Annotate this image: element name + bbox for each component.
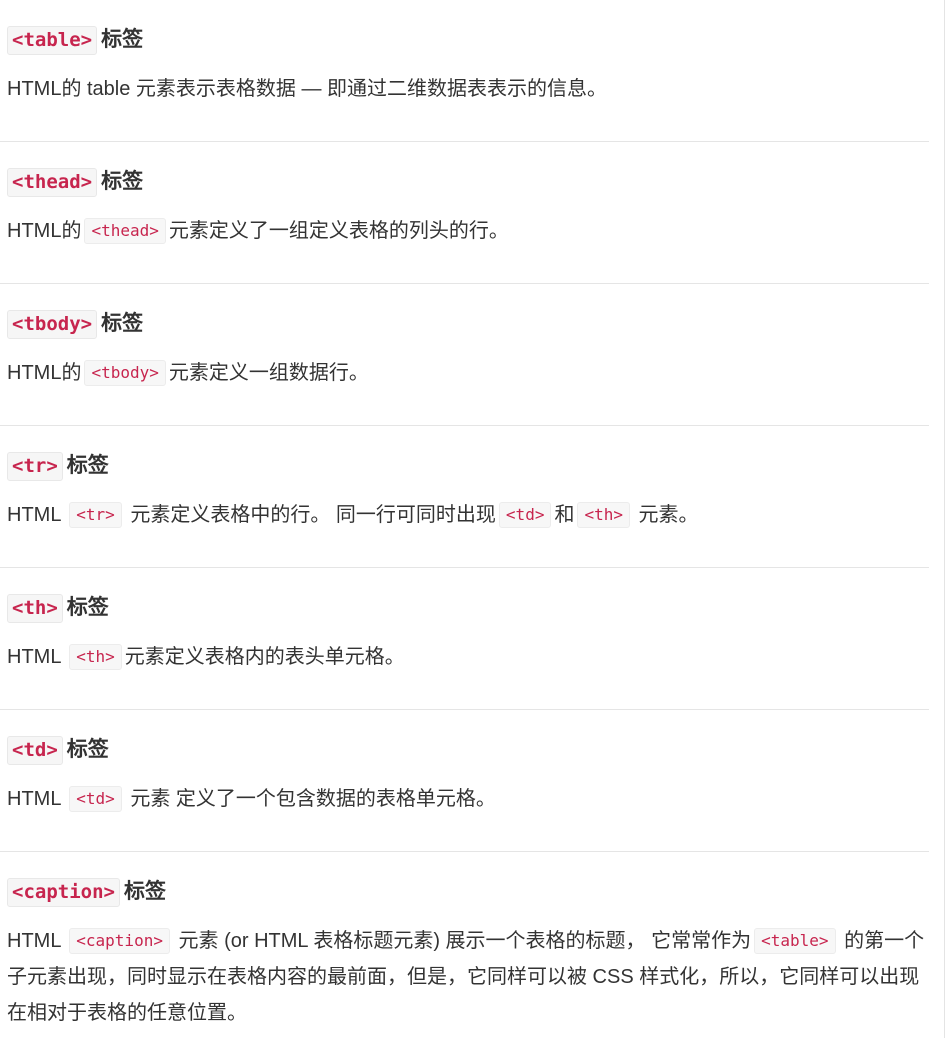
section-description: HTML <td> 元素 定义了一个包含数据的表格单元格。 (7, 781, 927, 817)
inline-code: <tbody> (84, 360, 166, 386)
inline-code: <table> (754, 928, 836, 954)
heading-suffix: 标签 (101, 28, 144, 51)
section-description: HTML的 <thead> 元素定义了一组定义表格的列头的行。 (7, 213, 927, 249)
tag-code: <tr> (7, 452, 63, 481)
description-text: 元素。 (632, 504, 699, 526)
description-text: 元素 (or HTML 表格标题元素) 展示一个表格的标题， 它常常作为 (172, 930, 752, 952)
heading-suffix: 标签 (66, 454, 109, 477)
description-text: HTML的 (7, 220, 82, 242)
section-description: HTML的 table 元素表示表格数据 — 即通过二维数据表表示的信息。 (7, 71, 927, 107)
description-text: 元素定义表格内的表头单元格。 (124, 646, 405, 668)
section-description: HTML <th> 元素定义表格内的表头单元格。 (7, 639, 927, 675)
section-thead: <thead> 标签 HTML的 <thead> 元素定义了一组定义表格的列头的行。 (0, 142, 929, 284)
description-text: 元素定义表格中的行。 同一行可同时出现 (124, 504, 496, 526)
heading-suffix: 标签 (123, 880, 166, 903)
section-heading: <caption> 标签 (7, 877, 166, 907)
section-heading: <tbody> 标签 (7, 309, 143, 339)
description-text: 和 (554, 504, 575, 526)
section-tbody: <tbody> 标签 HTML的 <tbody> 元素定义一组数据行。 (0, 284, 929, 426)
description-text: HTML (7, 788, 67, 810)
section-heading: <thead> 标签 (7, 167, 143, 197)
tag-code: <th> (7, 594, 63, 623)
section-heading: <table> 标签 (7, 25, 143, 55)
section-td: <td> 标签 HTML <td> 元素 定义了一个包含数据的表格单元格。 (0, 710, 929, 852)
inline-code: <td> (498, 502, 552, 528)
description-text: HTML (7, 930, 67, 952)
section-caption: <caption> 标签 HTML <caption> 元素 (or HTML 表… (0, 852, 929, 1032)
inline-code: <th> (69, 644, 122, 670)
inline-code: <td> (69, 786, 122, 812)
section-heading: <tr> 标签 (7, 451, 109, 481)
tag-code: <tbody> (7, 310, 98, 339)
section-tr: <tr> 标签 HTML <tr> 元素定义表格中的行。 同一行可同时出现 <td>… (0, 426, 929, 568)
description-text: HTML (7, 504, 67, 526)
section-heading: <th> 标签 (7, 593, 109, 623)
heading-suffix: 标签 (66, 738, 109, 761)
section-description: HTML <caption> 元素 (or HTML 表格标题元素) 展示一个表… (7, 923, 927, 1031)
description-text: 元素 定义了一个包含数据的表格单元格。 (124, 788, 496, 810)
section-table: <table> 标签 HTML的 table 元素表示表格数据 — 即通过二维数据… (0, 0, 929, 142)
tag-code: <thead> (7, 168, 98, 197)
description-text: HTML的 (7, 362, 82, 384)
description-text: HTML的 table 元素表示表格数据 — 即通过二维数据表表示的信息。 (7, 78, 608, 100)
section-th: <th> 标签 HTML <th> 元素定义表格内的表头单元格。 (0, 568, 929, 710)
heading-suffix: 标签 (101, 170, 144, 193)
inline-code: <thead> (84, 218, 166, 244)
description-text: HTML (7, 646, 67, 668)
section-description: HTML <tr> 元素定义表格中的行。 同一行可同时出现 <td> 和 <th> 元… (7, 497, 927, 533)
tag-code: <table> (7, 26, 98, 55)
description-text: 元素定义了一组定义表格的列头的行。 (168, 220, 509, 242)
section-description: HTML的 <tbody> 元素定义一组数据行。 (7, 355, 927, 391)
heading-suffix: 标签 (101, 312, 144, 335)
heading-suffix: 标签 (66, 596, 109, 619)
scrollbar-track-edge (944, 0, 945, 1038)
inline-code: <caption> (69, 928, 170, 954)
description-text: 元素定义一组数据行。 (168, 362, 369, 384)
section-heading: <td> 标签 (7, 735, 109, 765)
document-content: <table> 标签 HTML的 table 元素表示表格数据 — 即通过二维数据… (0, 0, 929, 1032)
tag-code: <td> (7, 736, 63, 765)
inline-code: <tr> (69, 502, 122, 528)
inline-code: <th> (577, 502, 630, 528)
tag-code: <caption> (7, 878, 120, 907)
